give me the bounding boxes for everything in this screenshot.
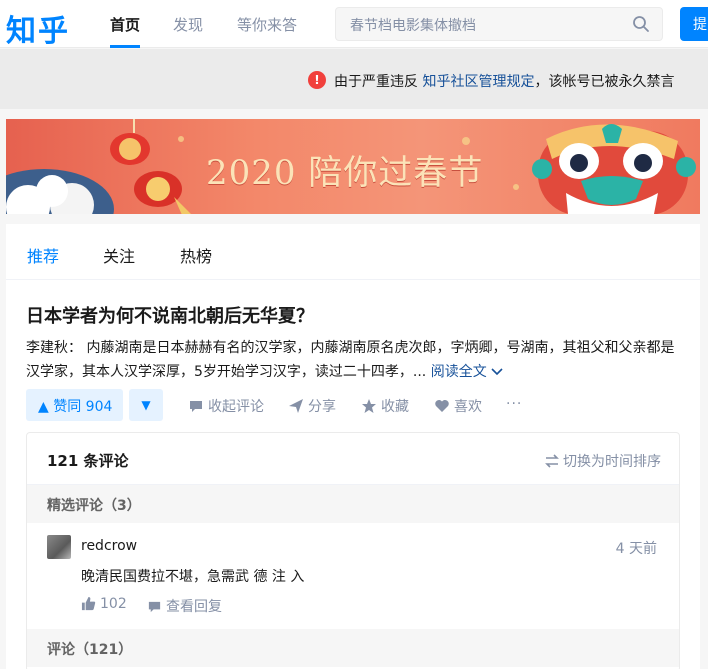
sort-by-time-button[interactable]: 切换为时间排序 (545, 451, 661, 471)
featured-comments-label: 精选评论（3） (47, 498, 141, 514)
ban-notice-text: 由于严重违反 知乎社区管理规定，该帐号已被永久禁言 (334, 71, 674, 91)
featured-comments-bar: 精选评论（3） (27, 485, 679, 523)
comment-username[interactable]: redcrow (81, 538, 137, 554)
feed-card: 推荐 关注 热榜 日本学者为何不说南北朝后无华夏？ 李建秋： 内藤湖南是日本赫赫… (6, 224, 700, 669)
comment-icon (190, 401, 202, 412)
comment-timestamp: 4 天前 (615, 541, 657, 557)
answer-excerpt-text: 内藤湖南是日本赫赫有名的汉学家，内藤湖南原名虎次郎，字炳卿，号湖南，其祖父和父亲… (26, 340, 675, 380)
comment-text: 晚清民国费拉不堪，急需武 德 注 入 (81, 569, 305, 585)
warning-icon: ! (308, 71, 326, 89)
search-box[interactable]: 春节档电影集体撤档 (335, 7, 663, 41)
tab-recommend[interactable]: 推荐 (27, 243, 59, 267)
collapse-comments-button[interactable]: 收起评论 (188, 396, 264, 416)
feed-tabs: 推荐 关注 热榜 (6, 224, 700, 280)
comment-like-count: 102 (100, 596, 127, 612)
nav-explore[interactable]: 发现 (173, 14, 203, 35)
collapse-comments-label: 收起评论 (208, 399, 264, 415)
view-replies-button[interactable]: 查看回复 (147, 596, 222, 616)
notice-suffix: ，该帐号已被永久禁言 (534, 74, 675, 90)
sort-label: 切换为时间排序 (563, 454, 661, 470)
like-button[interactable]: 喜欢 (434, 396, 482, 416)
more-options-button[interactable]: ··· (506, 396, 522, 412)
favorite-button[interactable]: 收藏 (361, 396, 409, 416)
read-more-link[interactable]: 阅读全文 (431, 364, 503, 380)
tab-following[interactable]: 关注 (103, 243, 135, 267)
share-label: 分享 (308, 399, 336, 415)
comment-count: 121 条评论 (47, 452, 129, 470)
tab-hot-list[interactable]: 热榜 (180, 243, 212, 267)
search-input[interactable]: 春节档电影集体撤档 (350, 15, 476, 35)
zhihu-logo[interactable]: 知乎 (6, 6, 70, 50)
answer-author[interactable]: 李建秋： (26, 340, 82, 356)
downvote-button[interactable]: ▼ (129, 389, 163, 421)
comments-header: 121 条评论 切换为时间排序 (27, 433, 679, 485)
chevron-down-icon (491, 368, 503, 376)
nav-waiting-answers[interactable]: 等你来答 (237, 14, 297, 35)
answer-excerpt[interactable]: 李建秋： 内藤湖南是日本赫赫有名的汉学家，内藤湖南原名虎次郎，字炳卿，号湖南，其… (26, 336, 686, 384)
favorite-label: 收藏 (381, 399, 409, 415)
top-header: 知乎 首页 发现 等你来答 春节档电影集体撤档 提 (0, 0, 708, 50)
community-rules-link[interactable]: 知乎社区管理规定 (422, 74, 534, 90)
swap-icon (545, 454, 559, 468)
comment-icon (148, 601, 161, 613)
view-replies-label: 查看回复 (166, 599, 222, 615)
question-title[interactable]: 日本学者为何不说南北朝后无华夏？ (26, 302, 314, 328)
share-icon (289, 399, 303, 413)
avatar[interactable] (47, 535, 71, 559)
thumbs-up-icon (81, 596, 96, 611)
star-icon (362, 399, 376, 413)
upvote-button[interactable]: ▲ 赞同 904 (26, 389, 123, 421)
heart-icon (435, 400, 449, 412)
all-comments-label: 评论（121） (47, 642, 133, 658)
nav-home[interactable]: 首页 (110, 14, 140, 35)
all-comments-bar: 评论（121） (27, 629, 679, 667)
banner-title: 2020 陪你过春节 (206, 153, 484, 193)
ask-question-button[interactable]: 提 (680, 7, 708, 41)
read-more-label: 阅读全文 (430, 364, 487, 380)
comment-like-button[interactable]: 102 (81, 596, 127, 612)
like-label: 喜欢 (454, 399, 482, 415)
answer-actions: ▲ 赞同 904 ▼ 收起评论 分享 收藏 喜欢 ··· (26, 389, 686, 421)
nav-active-indicator (110, 45, 140, 48)
comments-panel: 121 条评论 切换为时间排序 精选评论（3） redcrow 4 天前 晚清民… (26, 432, 680, 669)
share-button[interactable]: 分享 (288, 396, 336, 416)
search-icon[interactable] (632, 15, 650, 33)
spring-festival-banner[interactable]: 2020 陪你过春节 (6, 119, 700, 214)
notice-prefix: 由于严重违反 (334, 74, 418, 90)
